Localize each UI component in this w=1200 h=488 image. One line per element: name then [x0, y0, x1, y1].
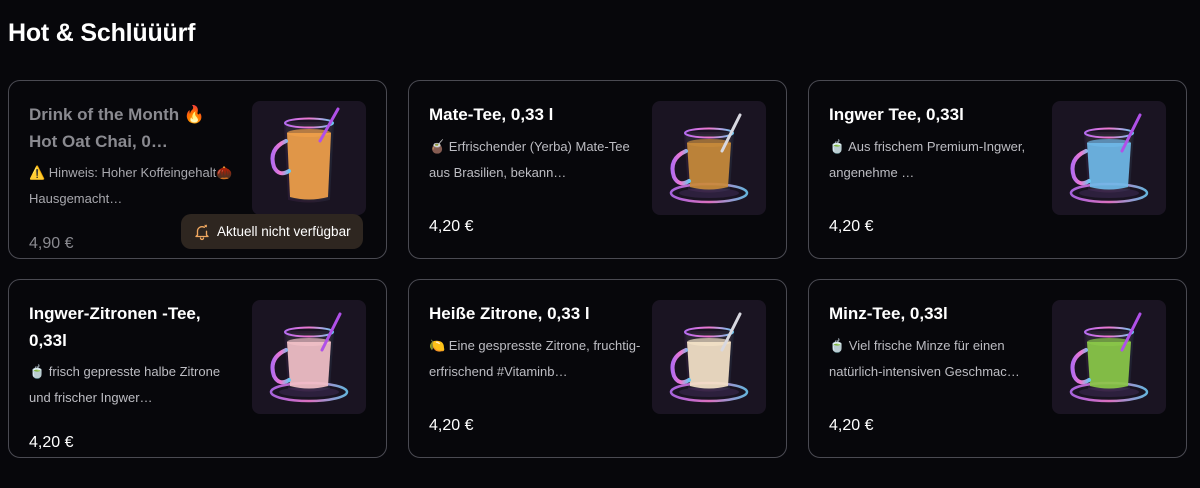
item-title: Drink of the Month 🔥 Hot Oat Chai, 0… [29, 105, 206, 151]
item-description: 🧉 Erfrischender (Yerba) Mate-Tee aus Bra… [429, 139, 630, 180]
menu-item-card[interactable]: Mate-Tee, 0,33 l 🧉 Erfrischender (Yerba)… [408, 80, 787, 259]
section-title: Hot & Schlüüürf [8, 19, 196, 47]
item-price: 4,90 € [29, 235, 74, 252]
item-description: 🍵 Viel frische Minze für einen natürlich… [829, 338, 1020, 379]
item-price: 4,20 € [829, 417, 874, 434]
glass-cup-illustration [269, 312, 349, 403]
menu-item-card[interactable]: Minz-Tee, 0,33l 🍵 Viel frische Minze für… [808, 279, 1187, 458]
item-price: 4,20 € [429, 417, 474, 434]
item-price: 4,20 € [29, 434, 74, 451]
bell-off-icon [195, 224, 209, 240]
item-description: 🍵 frisch gepresste halbe Zitrone und fri… [29, 364, 221, 405]
unavailable-badge: Aktuell nicht verfügbar [181, 214, 363, 249]
glass-cup-illustration [1069, 113, 1149, 204]
glass-cup-illustration [270, 107, 340, 203]
item-image [652, 300, 766, 414]
item-title: Mate-Tee, 0,33 l [429, 105, 554, 124]
item-description: 🍵 Aus frischem Premium-Ingwer, angenehme… [829, 139, 1026, 180]
item-title: Ingwer Tee, 0,33l [829, 105, 964, 124]
item-title: Heiße Zitrone, 0,33 l [429, 304, 590, 323]
item-title: Minz-Tee, 0,33l [829, 304, 948, 323]
item-price: 4,20 € [429, 218, 474, 235]
item-description: ⚠️ Hinweis: Hoher Koffeingehalt🌰 Hausgem… [29, 165, 233, 206]
item-image [252, 300, 366, 414]
menu-grid: Drink of the Month 🔥 Hot Oat Chai, 0… ⚠️… [8, 80, 1187, 458]
menu-item-card[interactable]: Ingwer-Zitronen -Tee, 0,33l 🍵 frisch gep… [8, 279, 387, 458]
item-description: 🍋 Eine gespresste Zitrone, fruchtig-erfr… [429, 338, 641, 379]
item-image [252, 101, 366, 215]
item-image [1052, 300, 1166, 414]
glass-cup-illustration [669, 312, 749, 403]
item-price: 4,20 € [829, 218, 874, 235]
badge-label: Aktuell nicht verfügbar [217, 224, 351, 239]
menu-item-card[interactable]: Heiße Zitrone, 0,33 l 🍋 Eine gespresste … [408, 279, 787, 458]
menu-item-card[interactable]: Ingwer Tee, 0,33l 🍵 Aus frischem Premium… [808, 80, 1187, 259]
item-image [1052, 101, 1166, 215]
glass-cup-illustration [669, 113, 749, 204]
item-title: Ingwer-Zitronen -Tee, 0,33l [29, 304, 201, 350]
glass-cup-illustration [1069, 312, 1149, 403]
item-image [652, 101, 766, 215]
menu-item-card[interactable]: Drink of the Month 🔥 Hot Oat Chai, 0… ⚠️… [8, 80, 387, 259]
